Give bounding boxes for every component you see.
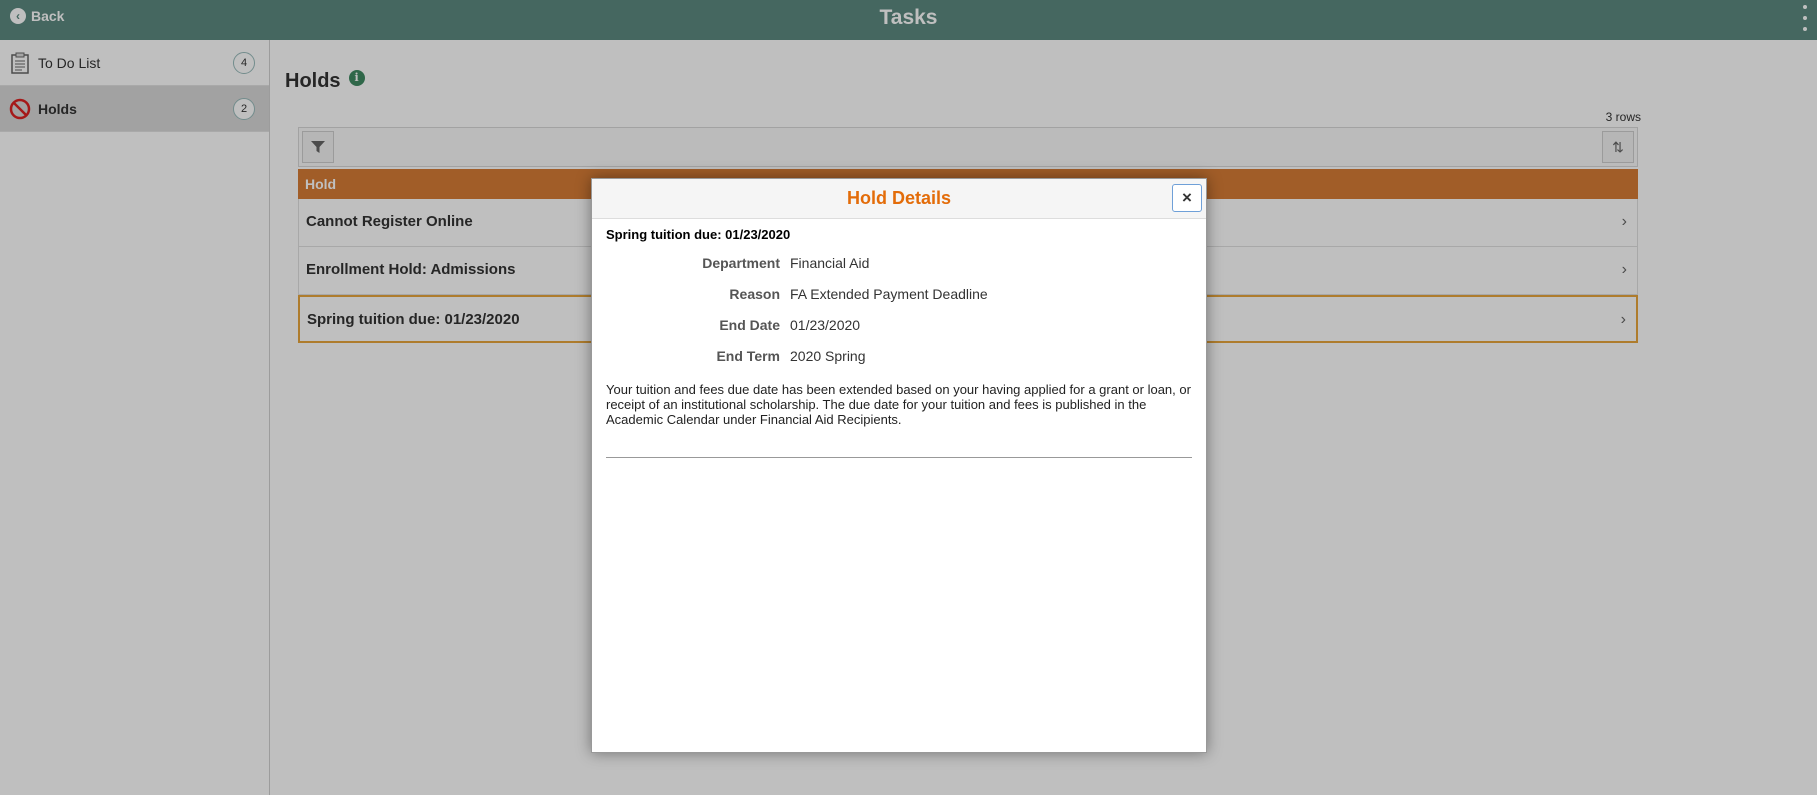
detail-row-end-term: End Term 2020 Spring (606, 348, 1192, 379)
detail-value: 2020 Spring (790, 348, 866, 364)
dialog-header: Hold Details × (592, 179, 1206, 219)
detail-row-department: Department Financial Aid (606, 255, 1192, 286)
hold-details-dialog: Hold Details × Spring tuition due: 01/23… (591, 178, 1207, 753)
detail-value: 01/23/2020 (790, 317, 861, 333)
detail-row-reason: Reason FA Extended Payment Deadline (606, 286, 1192, 317)
dialog-body: Spring tuition due: 01/23/2020 Departmen… (592, 219, 1206, 466)
dialog-title: Hold Details (846, 188, 952, 208)
detail-value: FA Extended Payment Deadline (790, 286, 988, 302)
detail-label: Department (702, 255, 780, 271)
divider (606, 457, 1192, 458)
close-icon: × (1182, 188, 1192, 207)
detail-row-end-date: End Date 01/23/2020 (606, 317, 1192, 348)
detail-label: Reason (729, 286, 780, 302)
close-button[interactable]: × (1172, 184, 1202, 212)
hold-description: Your tuition and fees due date has been … (606, 382, 1191, 427)
detail-label: End Term (716, 348, 780, 364)
detail-value: Financial Aid (790, 255, 870, 271)
hold-heading: Spring tuition due: 01/23/2020 (606, 227, 791, 242)
detail-label: End Date (719, 317, 780, 333)
